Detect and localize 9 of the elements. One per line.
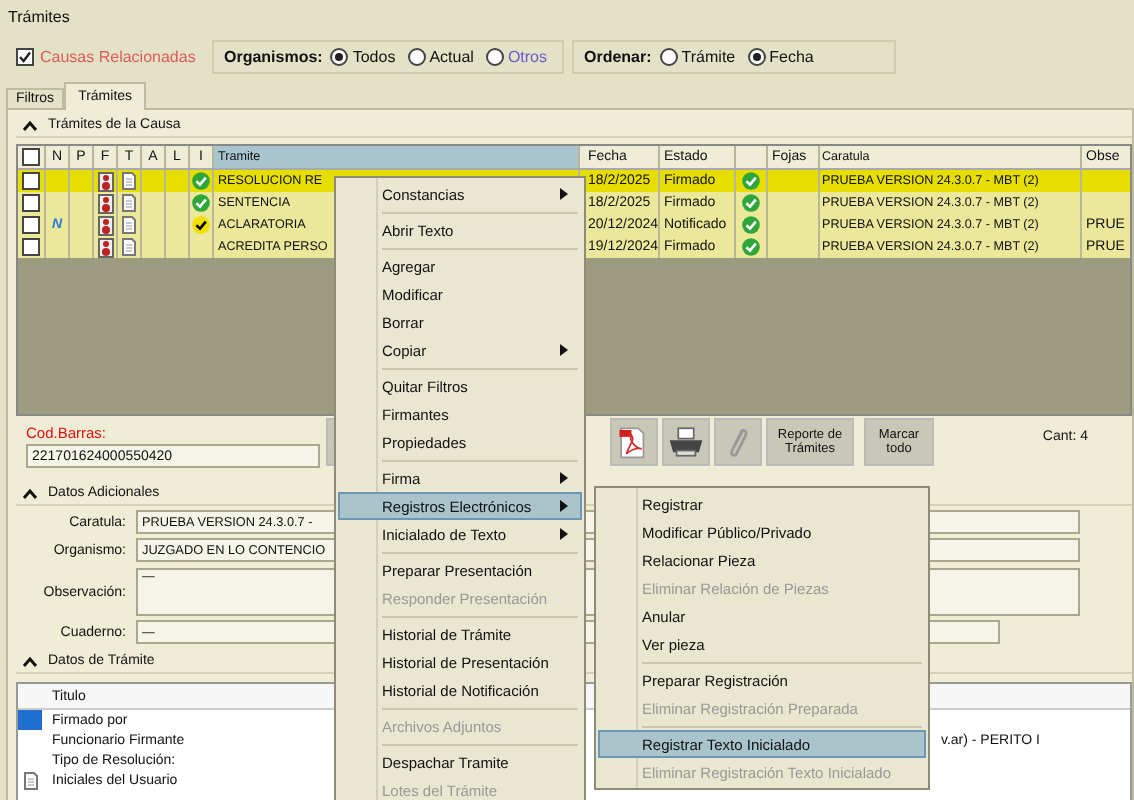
window-title: Trámites [6, 6, 72, 30]
checkbox-label: Causas Relacionadas [40, 47, 196, 65]
radio-label: Fecha [769, 47, 814, 65]
group-label: Ordenar: [584, 47, 652, 65]
radio-label: Trámite [681, 47, 736, 65]
group-label: Organismos: [224, 47, 323, 65]
radio-label: Todos [352, 47, 396, 65]
radio-label: Actual [429, 47, 474, 65]
radio-label: Otros [507, 47, 547, 65]
